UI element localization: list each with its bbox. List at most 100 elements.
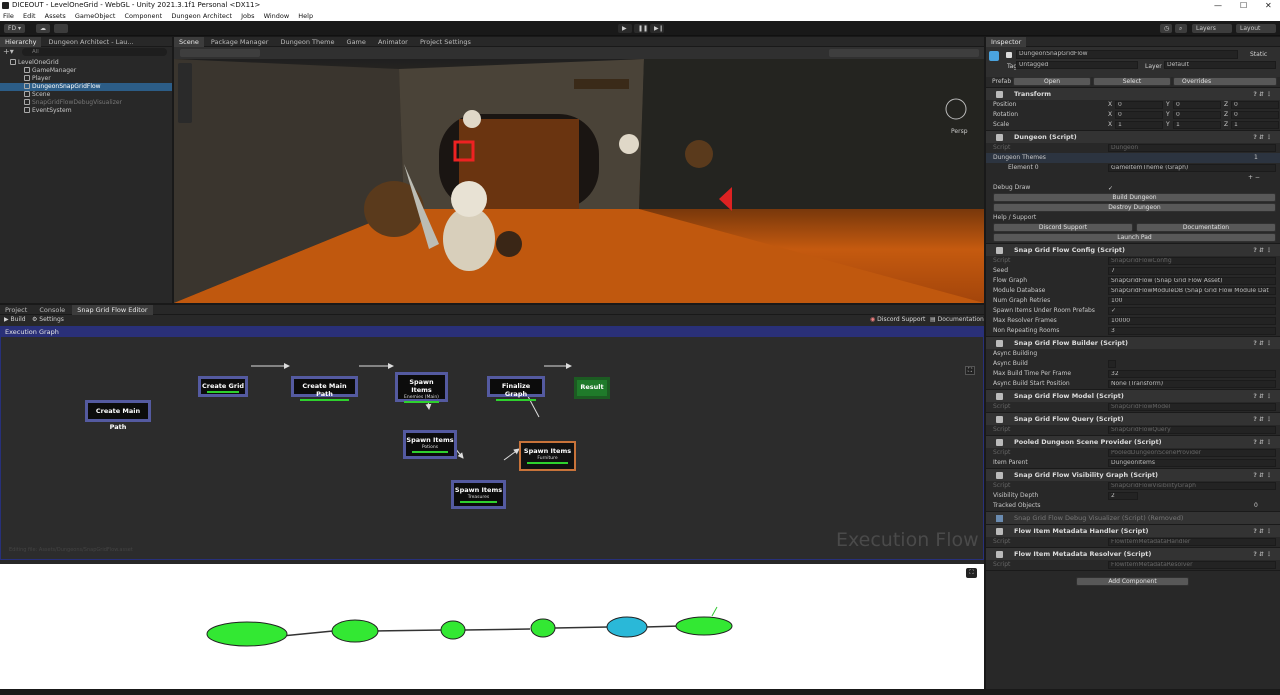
- snap-grid-flow-builder-component[interactable]: Snap Grid Flow Builder (Script)? ⇵ ⋮: [986, 336, 1280, 349]
- node-spawn-enemies[interactable]: Spawn Items Enemies (Main): [395, 372, 448, 403]
- script-field[interactable]: FlowItemMetadataHandler: [1108, 538, 1276, 546]
- menu-help[interactable]: Help: [298, 12, 313, 20]
- maximize-button[interactable]: ☐: [1240, 0, 1247, 11]
- layout-dropdown[interactable]: Layout: [1236, 24, 1276, 33]
- play-button[interactable]: ▶: [618, 24, 632, 33]
- config-row-value[interactable]: 10000: [1108, 317, 1276, 325]
- async-build-checkbox[interactable]: [1108, 360, 1116, 368]
- tab-console[interactable]: Console: [34, 305, 70, 315]
- snap-grid-flow-model-component[interactable]: Snap Grid Flow Model (Script)? ⇵ ⋮: [986, 389, 1280, 402]
- visibility-depth-row-value[interactable]: 2: [1108, 492, 1138, 500]
- max-build-time-row-value[interactable]: 32: [1108, 370, 1276, 378]
- history-icon[interactable]: ◷: [1160, 24, 1172, 33]
- execution-graph-view[interactable]: Execution Graph Create Main Path Create …: [0, 326, 984, 560]
- discord-support-button[interactable]: ◉ Discord Support: [870, 315, 925, 325]
- node-spawn-treasures[interactable]: Spawn Items Treasures: [451, 480, 506, 509]
- themes-count[interactable]: 1: [1254, 153, 1258, 163]
- hierarchy-item[interactable]: Scene: [0, 91, 172, 99]
- flow-preview-view[interactable]: ⛶: [0, 564, 984, 695]
- config-row-value[interactable]: ✓: [1108, 307, 1276, 315]
- hierarchy-item[interactable]: GameManager: [0, 67, 172, 75]
- cloud-icon[interactable]: ☁: [36, 24, 50, 33]
- tab-scene[interactable]: Scene: [174, 37, 204, 47]
- scene-viewport[interactable]: Persp: [174, 59, 984, 303]
- tab-dungeon-theme[interactable]: Dungeon Theme: [276, 37, 340, 47]
- scene-tool-group[interactable]: [180, 49, 260, 57]
- discord-support-button[interactable]: Discord Support: [993, 223, 1133, 232]
- scene-gizmo-toolbar[interactable]: [829, 49, 979, 57]
- transform-x-field[interactable]: 1: [1115, 121, 1163, 129]
- script-field[interactable]: FlowItemMetadataResolver: [1108, 561, 1276, 569]
- hierarchy-item[interactable]: DungeonSnapGridFlow: [0, 83, 172, 91]
- launch-pad-button[interactable]: Launch Pad: [993, 233, 1276, 242]
- menu-file[interactable]: File: [3, 12, 14, 20]
- metadata-handler-component[interactable]: Flow Item Metadata Handler (Script)? ⇵ ⋮: [986, 524, 1280, 537]
- hierarchy-item[interactable]: SnapGridFlowDebugVisualizer: [0, 99, 172, 107]
- transform-x-field[interactable]: 0: [1115, 101, 1163, 109]
- tab-game[interactable]: Game: [342, 37, 371, 47]
- item-parent-row-value[interactable]: DungeonItems: [1108, 459, 1276, 467]
- documentation-button[interactable]: Documentation: [1136, 223, 1276, 232]
- transform-z-field[interactable]: 1: [1231, 121, 1279, 129]
- pooled-scene-provider-component[interactable]: Pooled Dungeon Scene Provider (Script)? …: [986, 435, 1280, 448]
- menu-jobs[interactable]: Jobs: [241, 12, 254, 20]
- hierarchy-item[interactable]: Player: [0, 75, 172, 83]
- async-start-position-row-value[interactable]: None (Transform): [1108, 380, 1276, 388]
- scene-tools-palette[interactable]: [178, 63, 192, 123]
- add-component-button[interactable]: Add Component: [1076, 577, 1189, 586]
- layers-dropdown[interactable]: Layers: [1192, 24, 1232, 33]
- menu-dungeon-architect[interactable]: Dungeon Architect: [171, 12, 232, 20]
- snap-grid-flow-query-component[interactable]: Snap Grid Flow Query (Script)? ⇵ ⋮: [986, 412, 1280, 425]
- prefab-select-button[interactable]: Select: [1093, 77, 1171, 86]
- tab-package-manager[interactable]: Package Manager: [206, 37, 274, 47]
- hierarchy-search-input[interactable]: All: [22, 48, 167, 56]
- config-row-value[interactable]: 3: [1108, 327, 1276, 335]
- node-create-main-path-1[interactable]: Create Main Path: [85, 400, 151, 431]
- tag-dropdown[interactable]: Untagged: [1016, 61, 1138, 69]
- active-checkbox[interactable]: [1006, 52, 1012, 58]
- tracked-count[interactable]: 0: [1254, 501, 1258, 511]
- config-row-value[interactable]: SnapGridFlow (Snap Grid Flow Asset): [1108, 277, 1276, 285]
- theme-element-0-value[interactable]: GameItemTheme (Graph): [1108, 164, 1276, 172]
- config-row-value[interactable]: 100: [1108, 297, 1276, 305]
- tab-project-settings[interactable]: Project Settings: [415, 37, 476, 47]
- transform-y-field[interactable]: 0: [1173, 101, 1221, 109]
- script-field[interactable]: SnapGridFlowVisibilityGraph: [1108, 482, 1276, 490]
- visibility-graph-component[interactable]: Snap Grid Flow Visibility Graph (Script)…: [986, 468, 1280, 481]
- node-spawn-potions[interactable]: Spawn Items Potions: [403, 430, 457, 459]
- config-row-value[interactable]: SnapGridFlowModuleDB (Snap Grid Flow Mod…: [1108, 287, 1276, 295]
- tab-animator[interactable]: Animator: [373, 37, 413, 47]
- search-icon[interactable]: ⌕: [1175, 24, 1187, 33]
- tab-project[interactable]: Project: [0, 305, 32, 315]
- documentation-button[interactable]: ▤ Documentation: [930, 315, 984, 325]
- account-dropdown[interactable]: FD ▾: [4, 24, 25, 33]
- node-create-grid[interactable]: Create Grid: [198, 376, 248, 397]
- script-field[interactable]: SnapGridFlowQuery: [1108, 426, 1276, 434]
- menu-edit[interactable]: Edit: [23, 12, 36, 20]
- hierarchy-item[interactable]: EventSystem: [0, 107, 172, 115]
- collab-button[interactable]: [54, 24, 68, 33]
- close-button[interactable]: ✕: [1265, 0, 1272, 11]
- minimize-button[interactable]: —: [1214, 0, 1222, 11]
- snap-grid-flow-config-component[interactable]: Snap Grid Flow Config (Script)? ⇵ ⋮: [986, 243, 1280, 256]
- node-create-main-path-2[interactable]: Create Main Path: [291, 376, 358, 401]
- node-finalize-graph[interactable]: Finalize Graph: [487, 376, 545, 401]
- transform-z-field[interactable]: 0: [1231, 111, 1279, 119]
- build-dungeon-button[interactable]: Build Dungeon: [993, 193, 1276, 202]
- menu-component[interactable]: Component: [124, 12, 162, 20]
- dungeon-component[interactable]: Dungeon (Script)? ⇵ ⋮: [986, 130, 1280, 143]
- tab-hierarchy[interactable]: Hierarchy: [0, 37, 42, 47]
- prefab-open-button[interactable]: Open: [1013, 77, 1091, 86]
- debug-visualizer-removed[interactable]: Snap Grid Flow Debug Visualizer (Script)…: [986, 511, 1280, 524]
- step-button[interactable]: ▶❙: [650, 24, 664, 33]
- tab-snap-grid-flow-editor[interactable]: Snap Grid Flow Editor: [72, 305, 153, 315]
- script-field[interactable]: SnapGridFlowModel: [1108, 403, 1276, 411]
- maximize-graph-icon[interactable]: ⛶: [965, 366, 975, 375]
- config-row-value[interactable]: 7: [1108, 267, 1276, 275]
- static-toggle[interactable]: Static: [1250, 51, 1267, 58]
- transform-x-field[interactable]: 0: [1115, 111, 1163, 119]
- transform-y-field[interactable]: 0: [1173, 111, 1221, 119]
- object-name-field[interactable]: DungeonSnapGridFlow: [1016, 50, 1238, 59]
- add-remove-icon[interactable]: + −: [1248, 173, 1260, 183]
- node-result[interactable]: Result: [574, 377, 610, 399]
